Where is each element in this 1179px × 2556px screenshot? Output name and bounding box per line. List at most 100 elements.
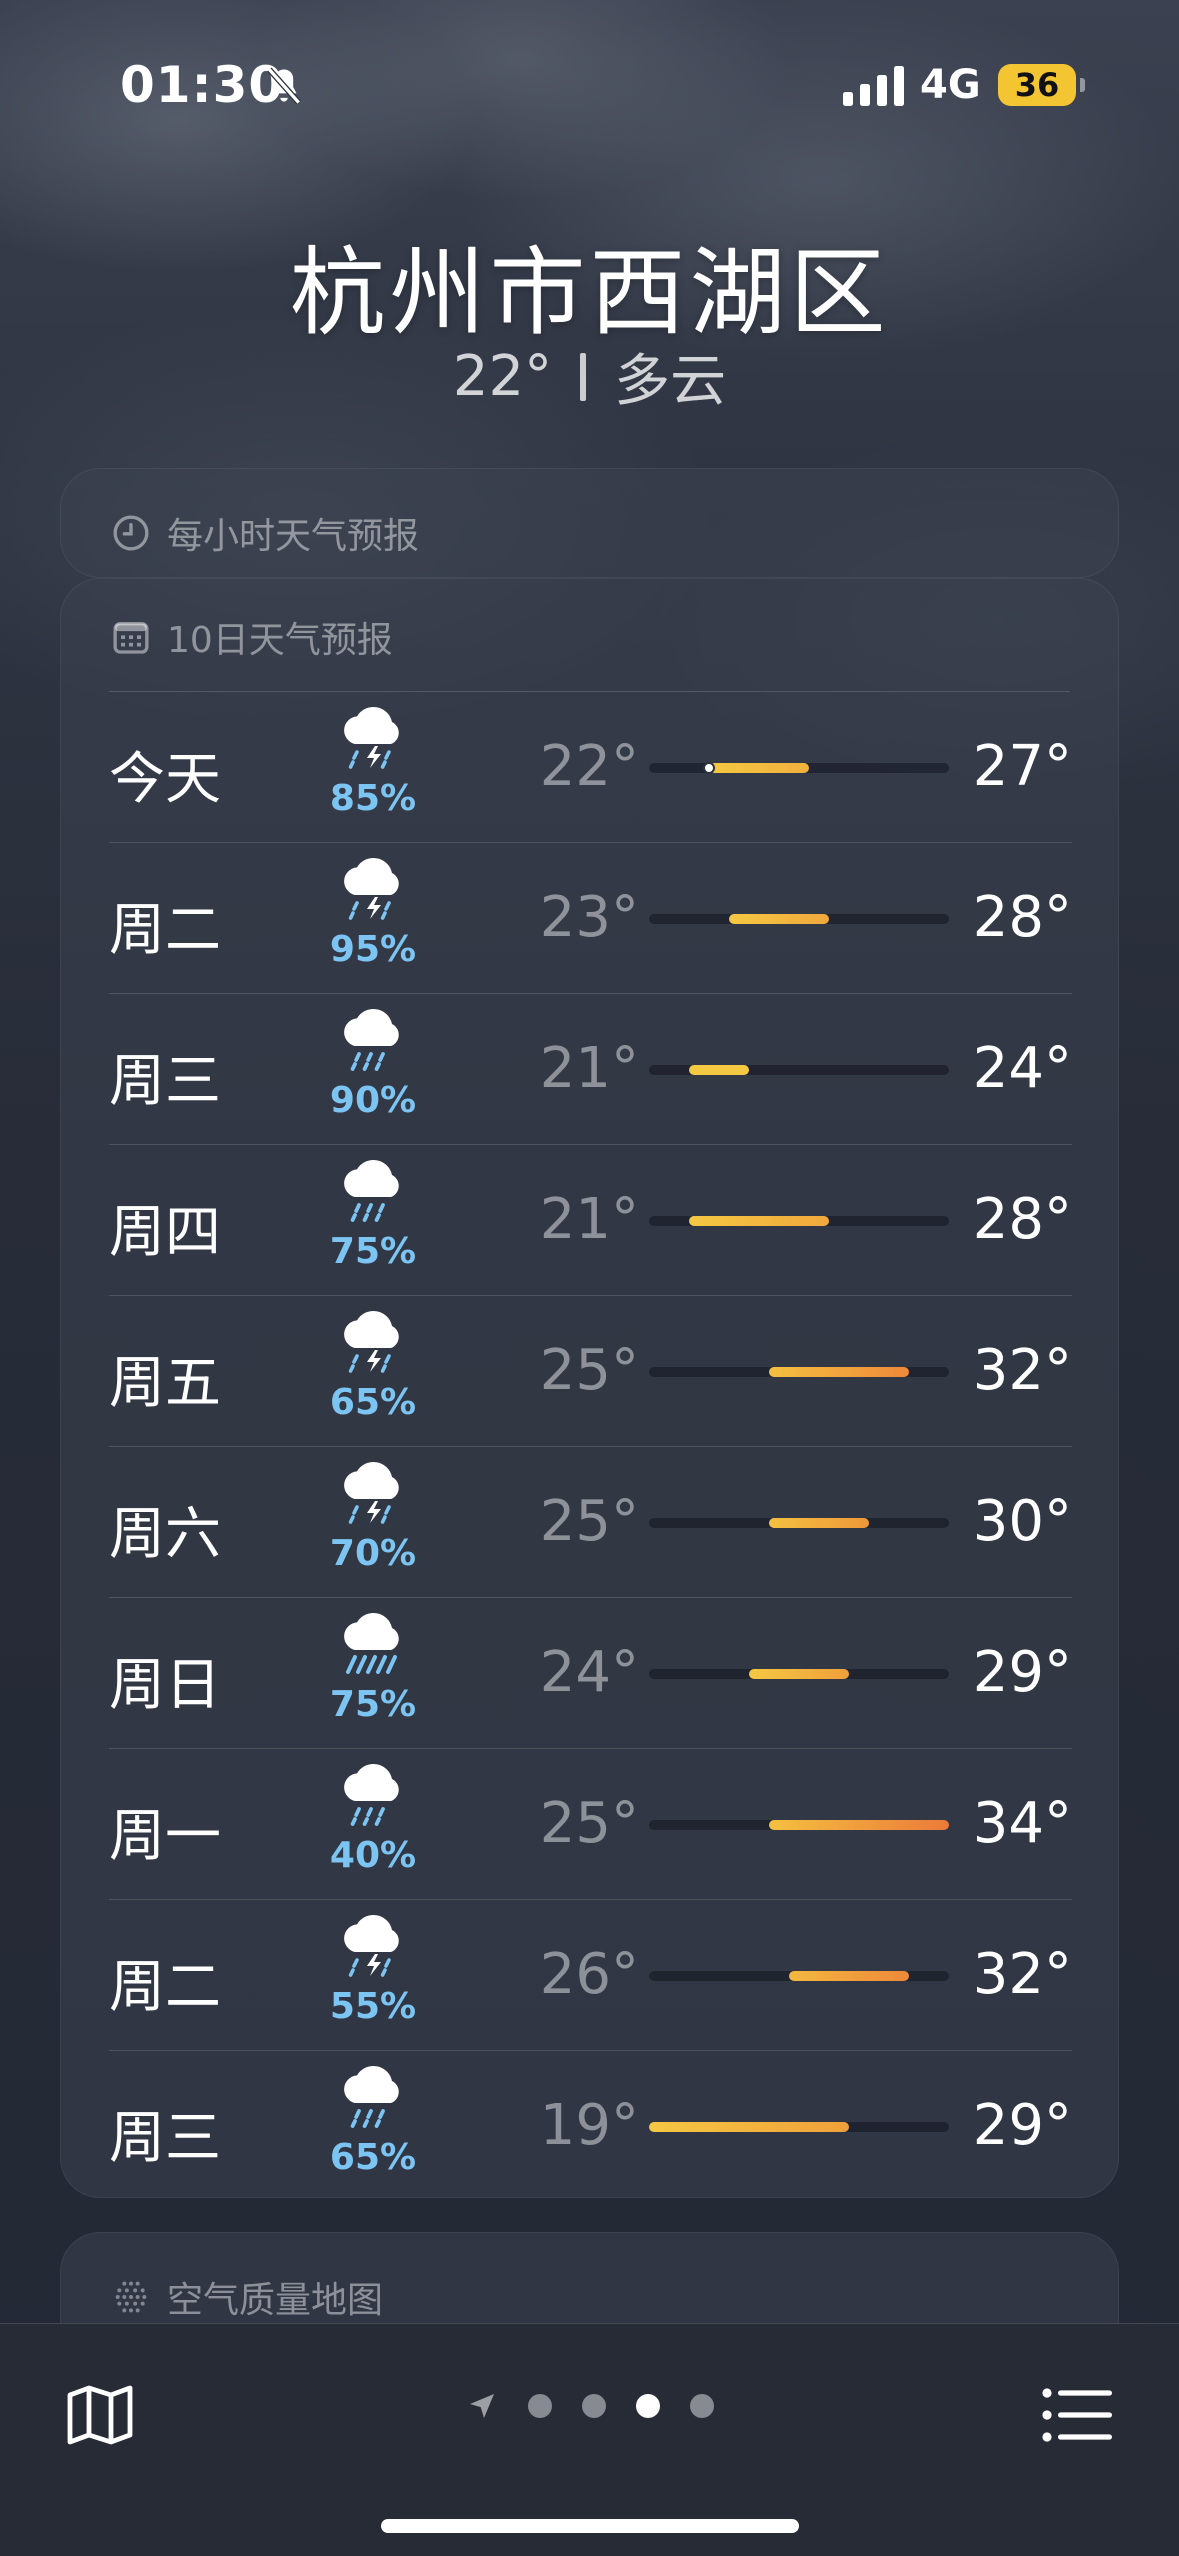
forecast-day: 周五 (109, 1351, 221, 1416)
status-time: 01:30 (120, 56, 285, 114)
temp-range-track (649, 1065, 949, 1075)
precip-chance: 75% (329, 1231, 417, 1272)
calendar-icon (113, 622, 149, 654)
forecast-day: 周六 (109, 1502, 221, 1567)
low-temp: 19° (539, 2093, 639, 2158)
high-temp: 32° (972, 1338, 1072, 1403)
forecast-row[interactable]: 周日 75% 24° 29° (109, 1598, 1072, 1749)
low-temp: 23° (539, 885, 639, 950)
hourly-forecast-header: 每小时天气预报 (111, 507, 419, 559)
precip-chance: 40% (329, 1835, 417, 1876)
location-arrow-icon (470, 2394, 494, 2418)
low-temp: 21° (539, 1187, 639, 1252)
hourly-forecast-card[interactable]: 每小时天气预报 (60, 468, 1119, 578)
forecast-row[interactable]: 周四 75% 21° 28° (109, 1145, 1072, 1296)
low-temp: 25° (539, 1338, 639, 1403)
temp-range-bar (729, 914, 829, 924)
forecast-day: 周二 (109, 1955, 221, 2020)
page-dot[interactable] (528, 2394, 552, 2418)
network-type: 4G (920, 62, 981, 108)
current-conditions: 22° 多云 (0, 336, 1179, 417)
page-dot[interactable] (636, 2394, 660, 2418)
temp-range-track (649, 762, 949, 774)
precip-chance: 85% (329, 778, 417, 819)
high-temp: 28° (972, 885, 1072, 950)
forecast-row[interactable]: 周五 65% 25° 32° (109, 1296, 1072, 1447)
ten-day-forecast-header: 10日天气预报 (111, 611, 393, 663)
forecast-day: 周一 (109, 1804, 221, 1869)
map-icon[interactable] (66, 2384, 134, 2446)
air-quality-title: 空气质量地图 (167, 2280, 384, 2321)
precip-chance: 90% (329, 1080, 417, 1121)
ten-day-forecast-card[interactable]: 10日天气预报 今天 85% 22° 27° 周二 95% 23° 28° 周三 90% 21° 24… (60, 578, 1119, 2198)
list-icon[interactable] (1042, 2388, 1112, 2442)
home-indicator (381, 2519, 799, 2533)
current-temp-dot (703, 762, 715, 774)
ten-day-forecast-title: 10日天气预报 (167, 620, 393, 661)
high-temp: 24° (972, 1036, 1072, 1101)
low-temp: 24° (539, 1640, 639, 1705)
low-temp: 26° (539, 1942, 639, 2007)
current-temp: 22° (452, 344, 553, 409)
forecast-row[interactable]: 周一 40% 25° 34° (109, 1749, 1072, 1900)
page-indicator[interactable] (466, 2390, 714, 2422)
forecast-row[interactable]: 周三 90% 21° 24° (109, 994, 1072, 1145)
rain-icon (337, 1008, 409, 1074)
air-quality-dots-icon (115, 2281, 147, 2313)
thunderstorm-icon (337, 857, 409, 923)
forecast-list: 今天 85% 22° 27° 周二 95% 23° 28° 周三 90% 21° 24° 周四 75% 21… (109, 692, 1072, 2202)
forecast-day: 周三 (109, 1049, 221, 1114)
forecast-row[interactable]: 周二 55% 26° 32° (109, 1900, 1072, 2051)
forecast-day: 周日 (109, 1653, 221, 1718)
thunderstorm-icon (337, 706, 409, 772)
temp-range-bar (749, 1669, 849, 1679)
temp-range-track (649, 1669, 949, 1679)
high-temp: 29° (972, 2093, 1072, 2158)
precip-chance: 70% (329, 1533, 417, 1574)
forecast-row[interactable]: 周六 70% 25° 30° (109, 1447, 1072, 1598)
battery-nub (1080, 78, 1085, 92)
status-bar: 01:30 4G 36 (0, 0, 1179, 150)
air-quality-header: 空气质量地图 (111, 2271, 383, 2323)
forecast-day: 今天 (109, 747, 221, 812)
temp-range-bar (769, 1367, 909, 1377)
temp-range-track (649, 1971, 949, 1981)
page-dot[interactable] (582, 2394, 606, 2418)
cellular-signal-icon (843, 66, 904, 106)
temp-range-bar (689, 1216, 829, 1226)
low-temp: 21° (539, 1036, 639, 1101)
city-name: 杭州市西湖区 (289, 237, 890, 349)
temp-range-track (649, 2122, 949, 2132)
temp-range-bar (709, 763, 809, 773)
thunderstorm-icon (337, 1310, 409, 1376)
low-temp: 25° (539, 1791, 639, 1856)
high-temp: 29° (972, 1640, 1072, 1705)
clock-icon (113, 515, 149, 551)
temp-range-track (649, 1820, 949, 1830)
precip-chance: 75% (329, 1684, 417, 1725)
rain-icon (337, 1159, 409, 1225)
high-temp: 30° (972, 1489, 1072, 1554)
temp-range-track (649, 1518, 949, 1528)
hourly-forecast-title: 每小时天气预报 (167, 516, 420, 557)
temp-range-bar (689, 1065, 749, 1075)
temp-range-track (649, 914, 949, 924)
forecast-row[interactable]: 周二 95% 23° 28° (109, 843, 1072, 994)
forecast-row[interactable]: 周三 65% 19° 29° (109, 2051, 1072, 2202)
temp-range-bar (769, 1820, 949, 1830)
forecast-day: 周四 (109, 1200, 221, 1265)
rain-icon (337, 2065, 409, 2131)
low-temp: 25° (539, 1489, 639, 1554)
thunderstorm-icon (337, 1461, 409, 1527)
temp-range-bar (649, 2122, 849, 2132)
rain-icon (337, 1763, 409, 1829)
forecast-row[interactable]: 今天 85% 22° 27° (109, 692, 1072, 843)
thunderstorm-icon (337, 1914, 409, 1980)
forecast-day: 周三 (109, 2106, 221, 2171)
high-temp: 32° (972, 1942, 1072, 2007)
high-temp: 28° (972, 1187, 1072, 1252)
temp-range-bar (789, 1971, 909, 1981)
precip-chance: 95% (329, 929, 417, 970)
low-temp: 22° (539, 734, 639, 799)
page-dot[interactable] (690, 2394, 714, 2418)
